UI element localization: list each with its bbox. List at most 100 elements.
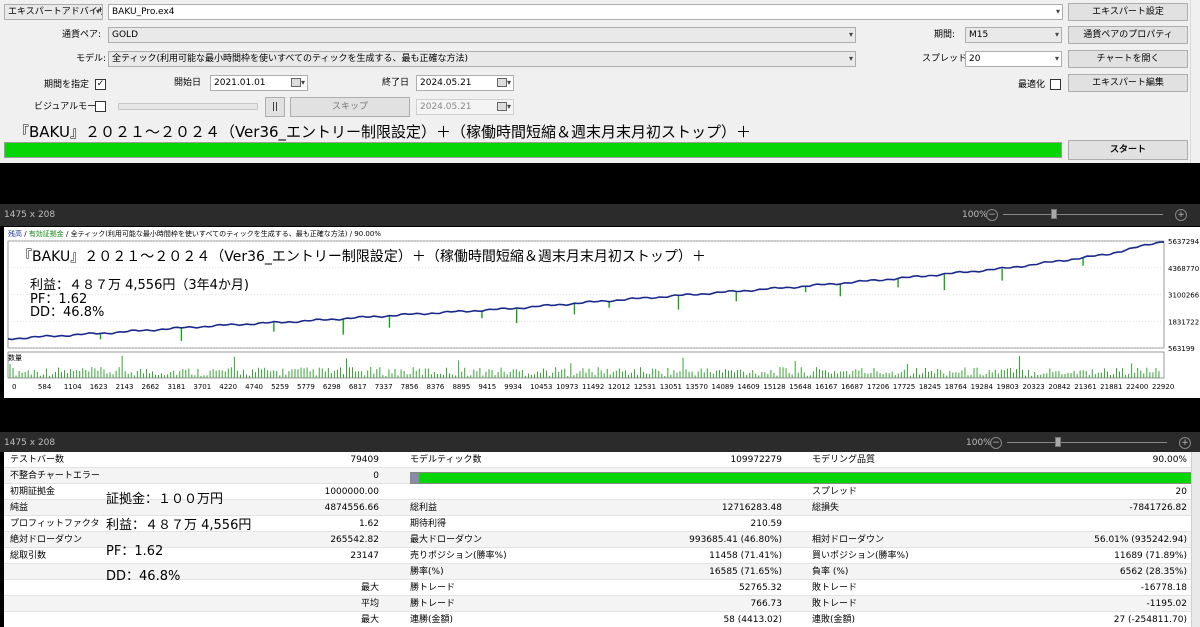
table-cell: 連敗(金額)	[812, 615, 856, 625]
table-cell: 109972279	[730, 455, 782, 465]
calendar-icon: ▾	[495, 100, 511, 114]
table-cell: 最大	[360, 615, 379, 625]
table-cell: 23147	[350, 551, 379, 561]
table-row: 総取引数 23147 売りポジション(勝率%) 11458 (71.41%) 買いポジシ…	[4, 548, 1191, 564]
x-tick-label: 18245	[919, 383, 941, 391]
zoom-slider-handle[interactable]	[1055, 437, 1061, 447]
model-label: モデル:	[76, 54, 107, 64]
x-tick-label: 4740	[245, 383, 263, 391]
y-tick-label: 4368770	[1168, 265, 1199, 273]
report-window-statusbar: 1475 x 208 100% − +	[0, 432, 1200, 452]
symbol-properties-button[interactable]: 通貨ペアのプロパティ	[1068, 26, 1188, 44]
report-note-pf: PF：1.62	[106, 544, 164, 559]
expert-type-select[interactable]: エキスパートアドバイザ ▾	[4, 4, 103, 20]
table-cell: 16585 (71.65%)	[709, 567, 782, 577]
test-progress-fill	[5, 143, 1061, 157]
x-tick-label: 10453	[530, 383, 552, 391]
x-tick-label: 11492	[582, 383, 604, 391]
symbol-select[interactable]: GOLD ▾	[108, 27, 856, 43]
report-table: テストバー数 79409 モデルティック数 109972279 モデリング品質 90.00…	[4, 452, 1191, 627]
x-tick-label: 16167	[815, 383, 837, 391]
table-cell: 敗トレード	[812, 583, 858, 593]
table-cell: 最大ドローダウン	[410, 535, 483, 545]
visual-speed-slider[interactable]	[118, 103, 258, 110]
use-date-checkbox[interactable]: ✓	[95, 79, 106, 90]
table-cell: 210.59	[750, 519, 783, 529]
y-tick-label: 1831722	[1168, 318, 1199, 326]
x-tick-label: 17725	[893, 383, 915, 391]
y-tick-label: 3100266	[1168, 291, 1200, 299]
table-cell: 56.01% (935242.94)	[1094, 535, 1187, 545]
modeling-quality-bar	[410, 472, 1191, 484]
period-select[interactable]: M15 ▾	[965, 27, 1062, 43]
zoom-in-icon[interactable]: +	[1179, 437, 1191, 449]
table-row: 勝率(%) 16585 (71.65%) 負率 (%) 6562 (28.35%)	[4, 564, 1191, 580]
table-cell: 0	[373, 471, 379, 481]
table-cell: 相対ドローダウン	[812, 535, 885, 545]
table-cell: -16778.18	[1140, 583, 1187, 593]
table-cell: 平均	[360, 599, 379, 609]
open-chart-button[interactable]: チャートを開く	[1068, 50, 1188, 68]
calendar-icon[interactable]: ▾	[495, 76, 511, 90]
expert-file-select[interactable]: BAKU_Pro.ex4 ▾	[108, 4, 1063, 20]
expert-settings-button[interactable]: エキスパート設定	[1068, 3, 1188, 21]
report-scrollbar[interactable]	[1191, 452, 1200, 627]
table-cell: 11458 (71.41%)	[709, 551, 782, 561]
expert-type-value: エキスパートアドバイザ	[8, 7, 103, 17]
x-tick-label: 5779	[297, 383, 315, 391]
x-tick-label: 9415	[478, 383, 496, 391]
x-tick-label: 22400	[1126, 383, 1148, 391]
spread-label: スプレッド:	[922, 54, 971, 64]
skip-date-field[interactable]: 2024.05.21 ▾	[416, 99, 514, 115]
start-button[interactable]: スタート	[1068, 140, 1188, 160]
chevron-down-icon: ▾	[848, 30, 853, 39]
x-tick-label: 16687	[841, 383, 863, 391]
x-tick-label: 5259	[271, 383, 289, 391]
calendar-icon[interactable]: ▾	[289, 76, 305, 90]
table-cell: 27 (-254811.70)	[1113, 615, 1187, 625]
chart-overlay-dd: DD：46.8%	[30, 305, 105, 320]
x-tick-label: 10973	[556, 383, 578, 391]
chart-title-equity: 有効証拠金	[28, 230, 64, 238]
chevron-down-icon: ▾	[95, 7, 100, 16]
chart-size-text: 1475 x 208	[4, 210, 56, 220]
chart-zoom-text: 100%	[962, 210, 988, 220]
table-cell: 最大	[360, 583, 379, 593]
edit-expert-button[interactable]: エキスパート編集	[1068, 74, 1188, 92]
table-cell: 20	[1175, 487, 1187, 497]
start-date-field[interactable]: 2021.01.01 ▾	[210, 75, 308, 91]
zoom-out-icon[interactable]: −	[990, 437, 1002, 449]
model-select[interactable]: 全ティック(利用可能な最小時間枠を使いすべてのティックを生成する、最も正確な方法…	[108, 51, 856, 67]
table-cell: 6562 (28.35%)	[1119, 567, 1187, 577]
table-cell: 敗トレード	[812, 599, 858, 609]
volume-label: 数量	[8, 354, 22, 362]
zoom-in-icon[interactable]: +	[1175, 209, 1187, 221]
table-cell: -7841726.82	[1129, 503, 1187, 513]
symbol-value: GOLD	[112, 30, 139, 40]
x-tick-label: 12531	[634, 383, 656, 391]
settings-scrollbar[interactable]	[1190, 0, 1200, 163]
table-cell: 58 (4413.02)	[723, 615, 782, 625]
spread-select[interactable]: 20 ▾	[965, 51, 1062, 67]
tester-settings-panel: エキスパートアドバイザ ▾ BAKU_Pro.ex4 ▾ エキスパート設定 通貨ペア…	[0, 0, 1200, 163]
zoom-slider-handle[interactable]	[1051, 209, 1057, 219]
skip-button[interactable]: スキップ	[290, 97, 410, 117]
x-tick-label: 9934	[504, 383, 522, 391]
spread-value: 20	[969, 54, 981, 64]
chevron-down-icon: ▾	[1054, 54, 1059, 63]
symbol-label: 通貨ペア:	[62, 30, 102, 40]
visual-mode-checkbox[interactable]	[95, 101, 106, 112]
table-cell: 買いポジション(勝率%)	[812, 551, 909, 561]
chevron-down-icon: ▾	[1055, 7, 1060, 16]
optimize-checkbox[interactable]	[1050, 79, 1061, 90]
zoom-out-icon[interactable]: −	[986, 209, 998, 221]
table-row: 最大 連勝(金額) 58 (4413.02) 連敗(金額) 27 (-254811.70…	[4, 612, 1191, 627]
table-cell: 12716283.48	[721, 503, 782, 513]
pause-button[interactable]: ||	[265, 97, 285, 117]
end-date-field[interactable]: 2024.05.21 ▾	[416, 75, 514, 91]
x-tick-label: 20842	[1048, 383, 1070, 391]
x-tick-label: 584	[38, 383, 52, 391]
chart-title-model: 全ティック(利用可能な最小時間枠を使いすべてのティックを生成する、最も正確な方法…	[70, 230, 348, 238]
x-tick-label: 20323	[1022, 383, 1044, 391]
table-cell: 766.73	[750, 599, 783, 609]
